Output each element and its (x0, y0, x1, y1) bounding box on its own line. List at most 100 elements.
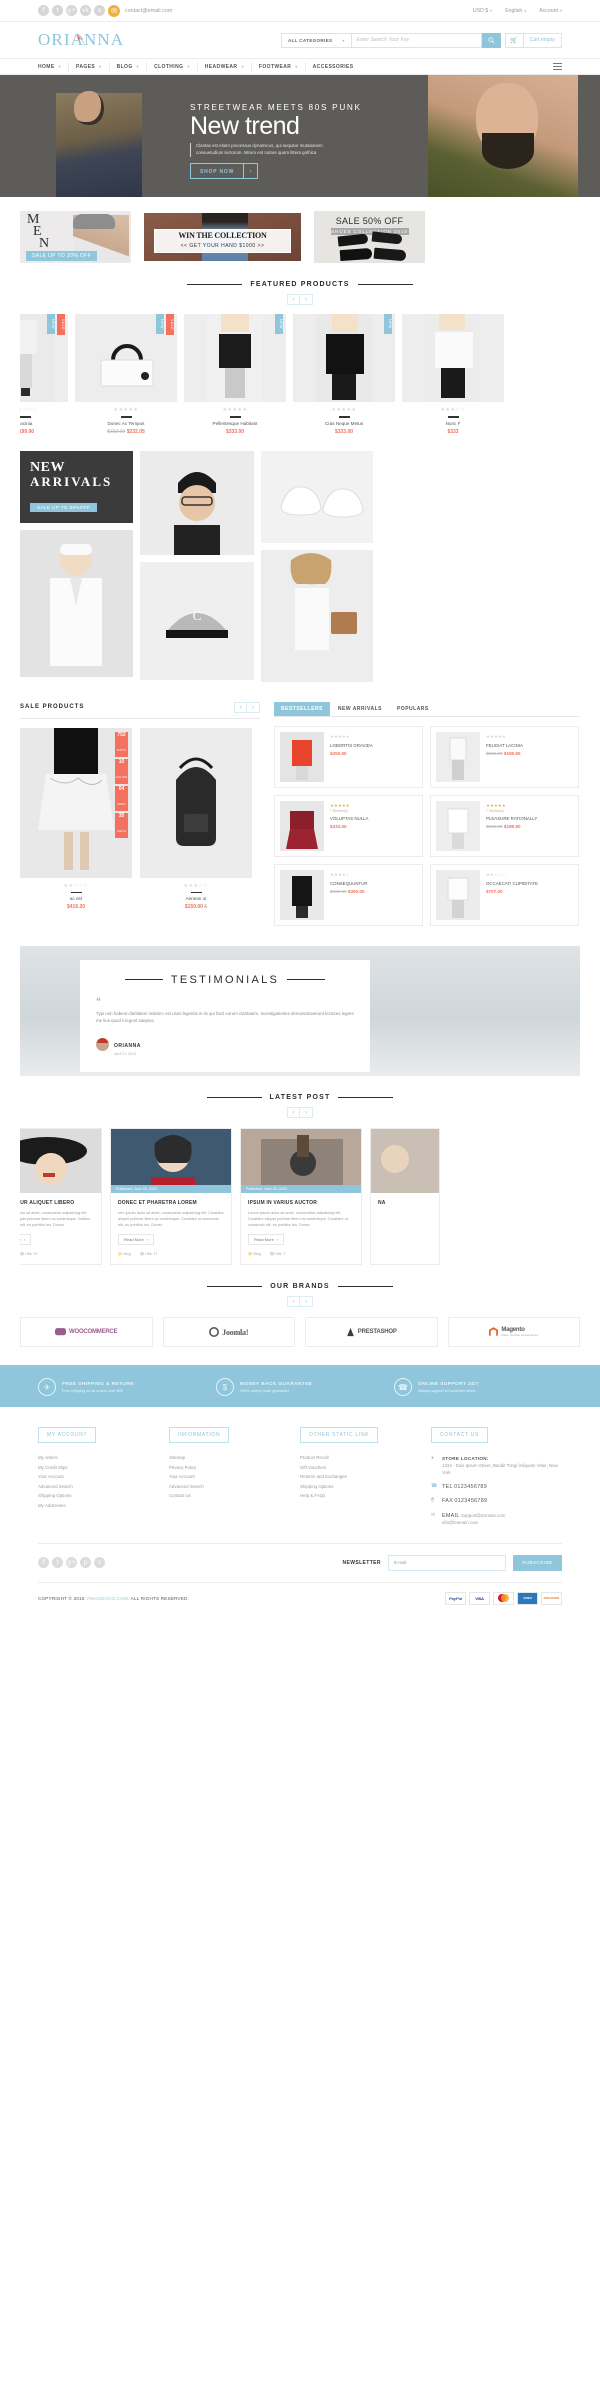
product-name[interactable]: VOLUPTAS NULLA (330, 816, 368, 821)
footer-link[interactable]: Help & FAQs (300, 1493, 431, 1498)
footer-link[interactable]: Product Recall (300, 1455, 431, 1460)
product-name[interactable]: Cras Neque Metus (293, 421, 395, 426)
brands-prev-button[interactable]: ‹ (287, 1296, 300, 1308)
twitter-icon[interactable]: t (52, 1557, 63, 1569)
vimeo-icon[interactable]: v (94, 1557, 105, 1569)
brand-joomla[interactable]: Joomla! (162, 1317, 295, 1348)
footer-link[interactable]: Gift Vouchers (300, 1465, 431, 1470)
product-name[interactable]: Nunc F (402, 421, 504, 426)
blog-post-image[interactable]: Published: June 28, 2015 (111, 1128, 231, 1193)
mosaic-image-shoes[interactable] (261, 450, 373, 543)
product-name[interactable]: LOBORTIS GRAVIDA (330, 743, 373, 748)
footer-link[interactable]: Shipping Options (38, 1493, 169, 1498)
twitter-icon[interactable]: t (52, 5, 63, 16)
tab-new-arrivals[interactable]: NEW ARRIVALS (331, 702, 389, 716)
footer-link[interactable]: Shipping Options (300, 1484, 431, 1489)
product-image[interactable]: NEW (184, 314, 286, 402)
blog-post-title[interactable]: IPSUM IN VARIUS AUCTOR (248, 1200, 354, 1207)
google-plus-icon[interactable]: g+ (66, 5, 77, 16)
product-image[interactable]: NEW SALE (20, 314, 68, 402)
facebook-icon[interactable]: f (38, 5, 49, 16)
footer-link[interactable]: My Credit Slips (38, 1465, 169, 1470)
email-value[interactable]: Support@Domain.com (461, 1513, 505, 1518)
language-selector[interactable]: English ▾ (505, 8, 526, 14)
footer-link[interactable]: My orders (38, 1455, 169, 1460)
blog-post-title[interactable]: NA (378, 1200, 432, 1207)
sale-product-image[interactable]: 752 DAYS 10 HOURS 04 MINS 35 SECS (20, 727, 132, 878)
mosaic-image-woman-bag[interactable] (261, 549, 373, 682)
carousel-next-button[interactable]: › (300, 294, 313, 305)
product-name[interactable]: ac est (20, 896, 132, 901)
shop-now-button[interactable]: SHOP NOW › (190, 162, 259, 179)
read-more-button[interactable]: Read More › (118, 1234, 155, 1246)
promo-banner-men[interactable]: M E N SALE UP TO 20% OFF (20, 211, 131, 263)
search-button[interactable] (481, 32, 501, 48)
promo-banner-shoes[interactable]: SALE 50% OFF SHOES COLLECTION 2015 (314, 211, 425, 263)
sale-prev-button[interactable]: ‹ (234, 701, 247, 713)
tab-product-item[interactable]: ★★★★★ 7 Review(s) VOLUPTAS NULLA $333.00 (274, 794, 423, 857)
blog-prev-button[interactable]: ‹ (287, 1106, 300, 1118)
currency-selector[interactable]: USD $ ▾ (473, 8, 492, 14)
tab-bestsellers[interactable]: BESTSELLERS (274, 701, 330, 716)
sale-product-card[interactable]: ★★★☆☆ Aenean ut $150.00 $ (140, 727, 252, 910)
sale-next-button[interactable]: › (247, 701, 260, 713)
nav-item-headwear[interactable]: HEADWEAR ▾ (198, 62, 252, 71)
cart-widget[interactable]: 🛒 Cart empty (504, 32, 562, 48)
blog-category[interactable]: 📁 Blog (118, 1252, 131, 1256)
footer-link[interactable]: Contact Us (169, 1493, 300, 1498)
blog-post-card[interactable]: NA (370, 1127, 440, 1266)
product-name[interactable]: OCCAECATI CUPIDITATE (486, 881, 538, 886)
product-name[interactable]: Aenean ut (140, 896, 252, 901)
product-name[interactable]: PLEASURE RATIONALLY (486, 816, 537, 821)
carousel-prev-button[interactable]: ‹ (287, 294, 300, 305)
product-card[interactable]: NEW SALE ★★★★★ Donec Ac Tempus $333.00 $… (75, 314, 177, 435)
product-image[interactable] (402, 314, 504, 402)
product-image[interactable]: NEW (293, 314, 395, 402)
blog-post-card[interactable]: Published: June 28, 2015 IPSUM IN VARIUS… (240, 1127, 362, 1266)
product-card[interactable]: ★★★☆☆ Nunc F $333 (402, 314, 504, 435)
skype-icon[interactable]: s (94, 5, 105, 16)
blog-post-title[interactable]: DONEC ET PHARETRA LOREM (118, 1200, 224, 1207)
blog-post-image[interactable] (371, 1128, 439, 1193)
hamburger-menu-icon[interactable] (553, 63, 562, 70)
pinterest-icon[interactable]: p (80, 1557, 91, 1569)
tab-product-item[interactable]: ★★★★★ LOBORTIS GRAVIDA $350.00 (274, 725, 423, 788)
blog-category[interactable]: 📁 Blog (248, 1252, 261, 1256)
brand-prestashop[interactable]: PRESTASHOP (305, 1317, 438, 1348)
brand-magento[interactable]: Magento Open Source eCommerce (447, 1317, 580, 1348)
product-name[interactable]: FEUGIAT LACINIA (486, 743, 523, 748)
nav-item-accessories[interactable]: ACCESSORIES (306, 62, 361, 71)
product-card[interactable]: NEW ★★★★★ Pellentesque Habitant $333.00 (184, 314, 286, 435)
mosaic-image-beanie-man[interactable] (140, 450, 254, 555)
vk-icon[interactable]: vk (80, 5, 91, 16)
blog-post-image[interactable] (20, 1128, 101, 1193)
footer-link[interactable]: Returns and Exchanges (300, 1474, 431, 1479)
sale-product-card[interactable]: 752 DAYS 10 HOURS 04 MINS 35 SECS ★★☆☆☆ ac e… (20, 727, 132, 910)
product-name[interactable]: CONSEQUUNTUR (330, 881, 368, 886)
product-name[interactable]: Donec Ac Tempus (75, 421, 177, 426)
facebook-icon[interactable]: f (38, 1557, 49, 1569)
nav-item-blog[interactable]: BLOG ▾ (110, 62, 148, 71)
footer-link[interactable]: Advanced Search (38, 1484, 169, 1489)
tab-populars[interactable]: POPULARS (390, 702, 436, 716)
product-card[interactable]: NEW SALE ★★☆☆☆ Lacinia $199.90 (20, 314, 68, 435)
nav-item-home[interactable]: HOME ▾ (38, 62, 70, 71)
mosaic-image-suit[interactable] (20, 529, 133, 677)
mosaic-image-snapback[interactable]: C (140, 561, 254, 680)
blog-post-image[interactable]: Published: June 28, 2015 (241, 1128, 361, 1193)
email-value-2[interactable]: info@Domain.com (442, 1520, 478, 1525)
footer-link[interactable]: Privacy Policy (169, 1465, 300, 1470)
footer-link[interactable]: My Addresses (38, 1503, 169, 1508)
blog-post-title[interactable]: MIRABITUR ALIQUET LIBERO (20, 1200, 94, 1207)
tab-product-item[interactable]: ★★★★★ FEUGIAT LACINIA $232.00 $199.95 (430, 725, 579, 788)
product-name[interactable]: Pellentesque Habitant (184, 421, 286, 426)
footer-link[interactable]: Your Account (169, 1474, 300, 1479)
envelope-icon[interactable]: ✉ (108, 4, 120, 17)
product-image[interactable]: NEW SALE (75, 314, 177, 402)
tab-product-item[interactable]: ★★★★☆ CONSEQUUNTUR $432.00 $300.00 (274, 863, 423, 926)
promo-banner-win[interactable]: WIN THE COLLECTION << GET YOUR HAND $100… (144, 213, 301, 261)
google-plus-icon[interactable]: g+ (66, 1557, 77, 1569)
account-menu[interactable]: Account ▾ (539, 8, 562, 14)
category-select[interactable]: ALL CATEGORIES ▾ (280, 32, 352, 48)
footer-link[interactable]: Sitemap (169, 1455, 300, 1460)
